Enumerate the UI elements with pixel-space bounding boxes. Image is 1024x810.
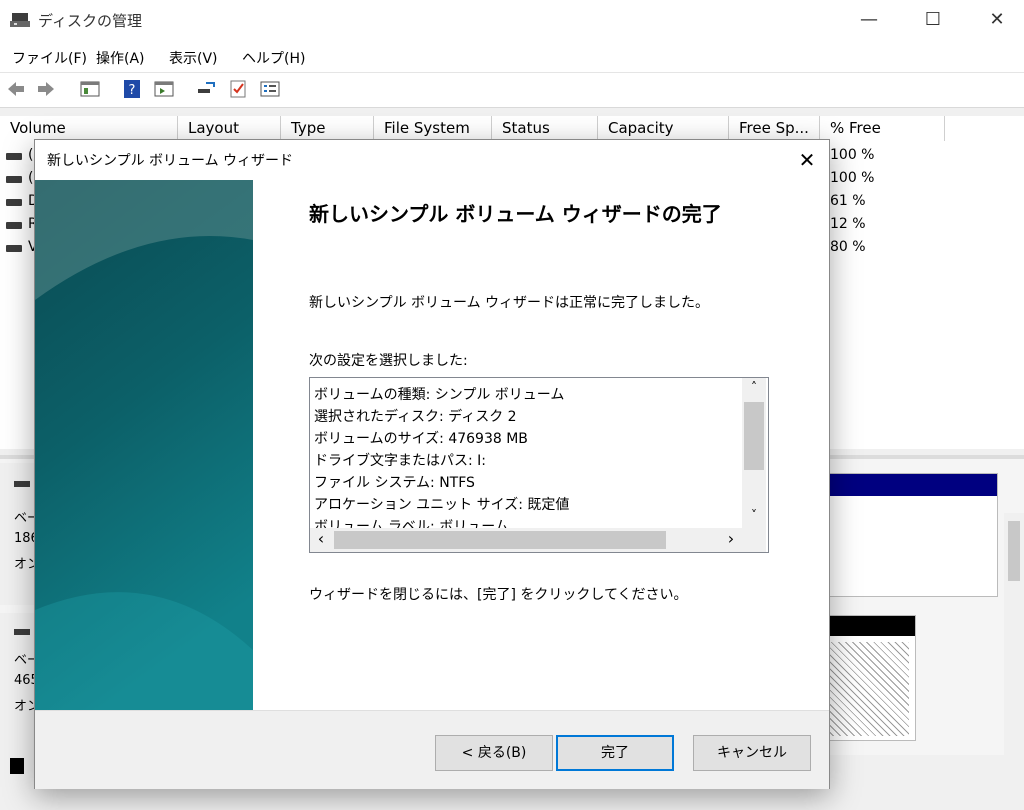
wizard-dialog: 新しいシンプル ボリューム ウィザード ✕ 新しいシンプル ボリューム ウィザー…: [34, 139, 830, 789]
dialog-close-button[interactable]: ✕: [789, 142, 825, 178]
cancel-button[interactable]: キャンセル: [693, 735, 811, 771]
column-percent-free[interactable]: % Free: [820, 116, 945, 141]
menu-help[interactable]: ヘルプ(H): [242, 48, 305, 68]
title-bar: ディスクの管理 — ☐ ✕: [0, 0, 1024, 40]
forward-arrow-icon[interactable]: [36, 79, 56, 99]
column-type[interactable]: Type: [281, 116, 374, 141]
volume-free-percent: 61 %: [830, 193, 866, 209]
column-file-system[interactable]: File System: [374, 116, 492, 141]
unallocated-block[interactable]: [820, 615, 916, 741]
dialog-title: 新しいシンプル ボリューム ウィザード: [47, 153, 294, 169]
finish-button[interactable]: 完了: [556, 735, 674, 771]
check-properties-icon[interactable]: [228, 79, 248, 99]
menu-bar: ファイル(F) 操作(A) 表示(V) ヘルプ(H): [0, 40, 1024, 73]
menu-view[interactable]: 表示(V): [169, 48, 218, 68]
scroll-left-icon[interactable]: ‹: [310, 528, 332, 552]
drive-icon: [6, 153, 22, 160]
volume-free-percent: 12 %: [830, 216, 866, 232]
help-icon[interactable]: ?: [122, 79, 142, 99]
menu-file[interactable]: ファイル(F): [12, 48, 87, 68]
minimize-button[interactable]: —: [846, 0, 892, 40]
list-properties-icon[interactable]: [260, 79, 280, 99]
setting-line: アロケーション ユニット サイズ: 既定値: [314, 497, 570, 513]
partition-header: [821, 474, 997, 496]
scroll-thumb[interactable]: [1008, 521, 1020, 581]
wizard-banner-graphic: [35, 180, 253, 710]
disk-icon: [14, 481, 30, 487]
vertical-scroll-thumb[interactable]: [744, 402, 764, 470]
svg-text:?: ?: [129, 83, 136, 98]
window-title: ディスクの管理: [38, 12, 142, 30]
back-arrow-icon[interactable]: [6, 79, 26, 99]
dialog-title-bar: 新しいシンプル ボリューム ウィザード ✕: [35, 140, 829, 180]
setting-line: ドライブ文字またはパス: I:: [314, 453, 487, 469]
disk-icon: [14, 629, 30, 635]
maximize-button[interactable]: ☐: [910, 0, 956, 40]
scroll-down-icon[interactable]: ˅: [742, 506, 766, 524]
volume-name: (: [28, 170, 34, 186]
volume-free-percent: 100 %: [830, 147, 875, 163]
legend-swatch: [10, 758, 24, 774]
unallocated-hatch: [827, 642, 909, 736]
toolbar: ?: [0, 73, 1024, 108]
column-free-space[interactable]: Free Sp...: [729, 116, 820, 141]
column-status[interactable]: Status: [492, 116, 598, 141]
close-instruction: ウィザードを閉じるには、[完了] をクリックしてください。: [309, 587, 688, 603]
completion-message: 新しいシンプル ボリューム ウィザードは正常に完了しました。: [309, 295, 710, 311]
disk-pane-scrollbar[interactable]: [1004, 513, 1024, 755]
connect-disk-icon[interactable]: [196, 79, 216, 99]
close-button[interactable]: ✕: [974, 0, 1020, 40]
column-capacity[interactable]: Capacity: [598, 116, 729, 141]
drive-icon: [6, 222, 22, 229]
drive-icon: [6, 199, 22, 206]
vertical-scrollbar[interactable]: ˄ ˅: [742, 378, 766, 528]
disk-management-icon: [10, 13, 30, 27]
volume-free-percent: 100 %: [830, 170, 875, 186]
settings-list: ボリュームの種類: シンプル ボリューム 選択されたディスク: ディスク 2 ボ…: [314, 384, 744, 538]
dialog-button-area: < 戻る(B) 完了 キャンセル: [35, 710, 829, 789]
horizontal-scrollbar[interactable]: ‹ ›: [310, 528, 766, 552]
settings-label: 次の設定を選択しました:: [309, 353, 468, 369]
scroll-up-icon[interactable]: ˄: [742, 378, 766, 396]
settings-summary-box[interactable]: ボリュームの種類: シンプル ボリューム 選択されたディスク: ディスク 2 ボ…: [309, 377, 769, 553]
volume-free-percent: 80 %: [830, 239, 866, 255]
scroll-right-icon[interactable]: ›: [720, 528, 742, 552]
setting-line: ボリュームのサイズ: 476938 MB: [314, 431, 528, 447]
horizontal-scroll-thumb[interactable]: [334, 531, 666, 549]
show-hide-tree-icon[interactable]: [80, 79, 100, 99]
drive-icon: [6, 176, 22, 183]
volume-name: (: [28, 147, 34, 163]
back-button[interactable]: < 戻る(B): [435, 735, 553, 771]
partition-header: [821, 616, 915, 636]
setting-line: ファイル システム: NTFS: [314, 475, 475, 491]
drive-icon: [6, 245, 22, 252]
setting-line: 選択されたディスク: ディスク 2: [314, 409, 517, 425]
partition-block[interactable]: [820, 473, 998, 597]
wizard-heading: 新しいシンプル ボリューム ウィザードの完了: [309, 202, 722, 226]
action-pane-icon[interactable]: [154, 79, 174, 99]
column-volume[interactable]: Volume: [0, 116, 178, 141]
setting-line: ボリュームの種類: シンプル ボリューム: [314, 387, 565, 403]
menu-action[interactable]: 操作(A): [96, 48, 145, 68]
column-layout[interactable]: Layout: [178, 116, 281, 141]
wizard-side-banner: [35, 180, 253, 710]
